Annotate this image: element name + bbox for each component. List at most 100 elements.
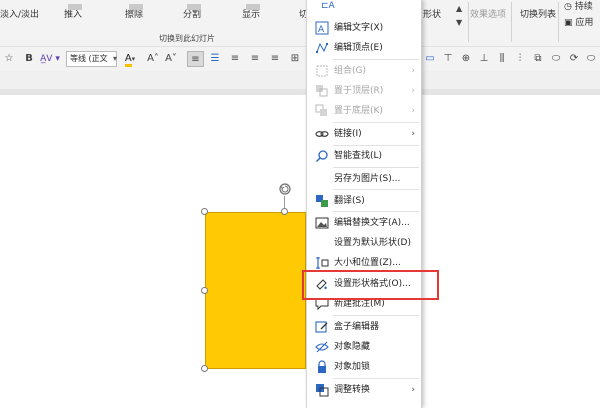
align-right-icon[interactable]: ≡ bbox=[228, 51, 242, 67]
menu-divider bbox=[333, 378, 419, 379]
menu-item-hide-object[interactable]: 对象隐藏 bbox=[307, 337, 421, 357]
menu-item-label: 设置为默认形状(D) bbox=[334, 238, 411, 248]
menu-item-label: 置于底层(K) bbox=[334, 106, 383, 116]
switch-list-button[interactable]: 切换列表 bbox=[520, 8, 556, 22]
bullets-icon[interactable]: ⊞ bbox=[288, 51, 302, 67]
distribute-h-icon[interactable]: ⫼ bbox=[496, 51, 508, 67]
apply-all-button[interactable]: ▣ 应用 bbox=[564, 16, 593, 30]
menu-item-save-as-picture[interactable]: 另存为图片(S)... bbox=[307, 169, 421, 189]
transition-split-button[interactable]: 分割 bbox=[183, 4, 202, 22]
highlight-box bbox=[302, 270, 439, 300]
distribute-v-icon[interactable]: ⫶ bbox=[514, 51, 526, 67]
menu-divider bbox=[333, 189, 419, 190]
ribbon-divider bbox=[468, 2, 469, 42]
submenu-arrow-icon: › bbox=[411, 106, 415, 116]
ribbon-divider bbox=[511, 2, 512, 42]
lock-object-icon bbox=[318, 360, 326, 373]
align-middle-icon[interactable]: ⊕ bbox=[460, 51, 472, 67]
svg-text:A: A bbox=[318, 25, 325, 35]
menu-item-set-default-shape[interactable]: 设置为默认形状(D) bbox=[307, 233, 421, 253]
menu-item-box-editor[interactable]: 盒子编辑器 bbox=[307, 317, 421, 337]
menu-item-smart-lookup[interactable]: 智能查找(L) bbox=[307, 146, 421, 166]
menu-item-group[interactable]: 组合(G) › bbox=[307, 61, 421, 81]
wipe-icon bbox=[129, 4, 143, 10]
menu-item-translate[interactable]: 翻译(S) bbox=[307, 191, 421, 211]
menu-item-label: 盒子编辑器 bbox=[334, 322, 380, 332]
transition-label: 形状 bbox=[423, 10, 442, 20]
menu-item-bring-to-front[interactable]: 置于顶层(R) › bbox=[307, 81, 421, 101]
font-name-field[interactable]: 等线 (正文 bbox=[66, 51, 117, 67]
menu-item-edit-text[interactable]: A 编辑文字(X) bbox=[307, 18, 421, 38]
scroll-gallery-button[interactable]: ▲ ▼ bbox=[456, 2, 462, 27]
font-color-label: A bbox=[124, 54, 132, 67]
transition-label: 分割 bbox=[183, 10, 202, 20]
transition-push-button[interactable]: 推入 bbox=[64, 4, 83, 22]
more-options-icon[interactable]: ⬭ bbox=[585, 51, 597, 67]
menu-item-label: 另存为图片(S)... bbox=[334, 174, 401, 184]
font-color-button[interactable]: A▾ bbox=[120, 51, 140, 67]
menu-item-label: 组合(G) bbox=[334, 66, 366, 76]
duration-field[interactable]: ◷ 持续 bbox=[564, 0, 593, 14]
menu-item-label: 编辑顶点(E) bbox=[334, 43, 383, 53]
distribute-icon[interactable]: ≡ bbox=[268, 51, 282, 67]
merge-shapes-icon[interactable]: ⬭ bbox=[550, 51, 562, 67]
alt-text-icon bbox=[315, 217, 329, 229]
chevron-down-icon[interactable]: ▾ bbox=[113, 51, 117, 67]
smart-lookup-icon bbox=[315, 150, 328, 163]
menu-item-label: 对象加锁 bbox=[334, 362, 371, 372]
menu-item-alt-text[interactable]: 编辑替换文字(A)... bbox=[307, 213, 421, 233]
menu-divider bbox=[333, 59, 419, 60]
apply-icon: ▣ bbox=[564, 18, 573, 28]
align-top-icon[interactable]: ⊤ bbox=[442, 51, 454, 67]
justify-icon[interactable]: ≡ bbox=[248, 51, 262, 67]
duration-label: 持续 bbox=[574, 2, 593, 12]
bold-button[interactable]: B bbox=[22, 51, 36, 67]
menu-item-edit-points[interactable]: 编辑顶点(E) bbox=[307, 38, 421, 58]
menu-item-lock-object[interactable]: 对象加锁 bbox=[307, 357, 421, 377]
menu-item-label: 调整转换 bbox=[334, 385, 371, 395]
text-effects-icon[interactable]: A̲V ▾ bbox=[38, 51, 62, 67]
transition-reveal-button[interactable]: 显示 bbox=[242, 4, 260, 22]
box-editor-icon bbox=[315, 321, 328, 333]
group-icon bbox=[316, 65, 328, 77]
menu-divider bbox=[333, 122, 419, 123]
menu-item-link[interactable]: 链接(I) › bbox=[307, 124, 421, 144]
menu-item-convert[interactable]: 调整转换 › bbox=[307, 380, 421, 400]
shape-style-icon[interactable]: ▭ bbox=[424, 51, 436, 67]
bring-to-front-icon bbox=[316, 85, 328, 97]
clock-icon: ◷ bbox=[564, 2, 572, 12]
ribbon-group-label: 切换到此幻灯片 bbox=[159, 34, 215, 43]
menu-item-label: 置于顶层(R) bbox=[334, 86, 384, 96]
transition-wipe-button[interactable]: 擦除 bbox=[125, 4, 143, 22]
menu-item-send-to-back[interactable]: 置于底层(K) › bbox=[307, 101, 421, 121]
effect-options-button[interactable]: 效果选项 bbox=[470, 8, 506, 22]
resize-handle[interactable] bbox=[201, 287, 208, 294]
align-center-icon[interactable]: ☰ bbox=[208, 51, 222, 67]
edit-points-icon bbox=[316, 42, 328, 53]
menu-item-label: 编辑替换文字(A)... bbox=[334, 218, 410, 228]
transition-label: 淡入/淡出 bbox=[0, 10, 40, 20]
grow-font-button[interactable]: A˄ bbox=[146, 51, 160, 67]
resize-handle[interactable] bbox=[281, 208, 288, 215]
submenu-arrow-icon: › bbox=[411, 385, 415, 395]
format-painter-icon[interactable]: ⊏A bbox=[321, 1, 335, 11]
group-shapes-icon[interactable]: ⧉ bbox=[532, 51, 544, 67]
effect-options-label: 效果选项 bbox=[470, 10, 507, 20]
rotate-handle-icon[interactable] bbox=[278, 182, 292, 196]
submenu-arrow-icon: › bbox=[411, 129, 415, 139]
selected-rectangle-shape[interactable] bbox=[205, 212, 306, 369]
align-left-button[interactable]: ≡ bbox=[187, 51, 204, 67]
apply-label: 应用 bbox=[575, 18, 594, 28]
transition-fade-button[interactable]: 淡入/淡出 bbox=[0, 8, 39, 22]
rotate-shape-icon[interactable]: ⟳ bbox=[568, 51, 580, 67]
transition-label: 推入 bbox=[64, 10, 83, 20]
shrink-font-button[interactable]: A˅ bbox=[164, 51, 178, 67]
menu-item-label: 智能查找(L) bbox=[334, 151, 383, 161]
edit-text-icon: A bbox=[315, 21, 329, 35]
resize-handle[interactable] bbox=[201, 208, 208, 215]
star-icon[interactable]: ☆ bbox=[2, 51, 16, 67]
transition-shape-button[interactable]: 形状 bbox=[423, 8, 441, 22]
hide-object-icon bbox=[315, 341, 329, 353]
resize-handle[interactable] bbox=[201, 365, 208, 372]
align-bottom-icon[interactable]: ⊥ bbox=[478, 51, 490, 67]
